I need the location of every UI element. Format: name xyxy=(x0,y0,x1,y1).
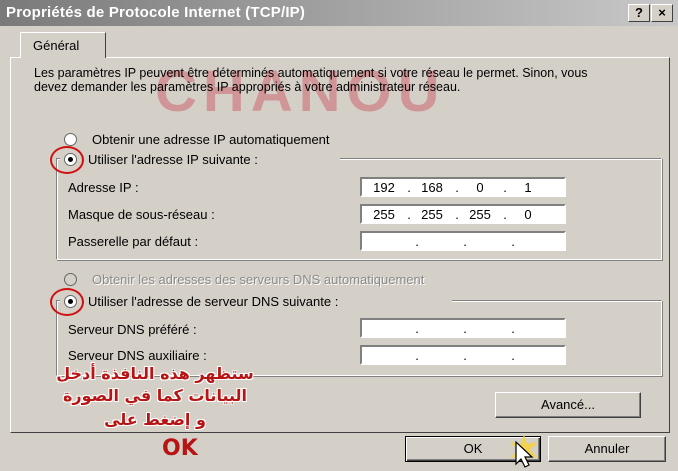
annotation-line-1: ستظهر هذه النافذة أدخل xyxy=(56,364,254,383)
octet: 192 xyxy=(373,180,395,195)
annotation-line-3: و إضغط على xyxy=(104,410,206,429)
tab-general[interactable]: Général xyxy=(20,32,106,58)
octet: 0 xyxy=(476,180,484,195)
octet-dot: . xyxy=(511,234,515,249)
alternate-dns-field[interactable]: . . . xyxy=(360,345,566,365)
ok-button-label: OK xyxy=(463,441,483,456)
octet-dot: . xyxy=(511,321,515,336)
octet-dot: . xyxy=(463,348,467,363)
cursor-click-icon xyxy=(510,434,538,468)
octet-dot: . xyxy=(407,207,411,222)
intro-text: Les paramètres IP peuvent être déterminé… xyxy=(34,66,588,94)
tab-general-label: Général xyxy=(33,38,80,53)
subnet-mask-label: Masque de sous-réseau : xyxy=(68,207,215,222)
octet-dot: . xyxy=(463,321,467,336)
preferred-dns-field[interactable]: . . . xyxy=(360,318,566,338)
octet-dot: . xyxy=(503,180,507,195)
ip-manual-label: Utiliser l'adresse IP suivante : xyxy=(88,152,258,167)
octet-dot: . xyxy=(415,321,419,336)
octet: 1 xyxy=(524,180,532,195)
title-bar: Propriétés de Protocole Internet (TCP/IP… xyxy=(0,0,678,26)
octet-dot: . xyxy=(455,207,459,222)
cancel-button[interactable]: Annuler xyxy=(548,436,666,462)
highlight-circle xyxy=(50,146,84,174)
close-button[interactable]: × xyxy=(651,4,673,22)
octet-dot: . xyxy=(407,180,411,195)
highlight-circle xyxy=(50,288,84,316)
dns-auto-label: Obtenir les adresses des serveurs DNS au… xyxy=(92,272,425,287)
ip-auto-radio[interactable] xyxy=(64,133,77,146)
annotation-line-2: البيانات كما في الصورة xyxy=(62,386,247,405)
help-button[interactable]: ? xyxy=(628,4,650,22)
octet-dot: . xyxy=(415,234,419,249)
alternate-dns-label: Serveur DNS auxiliaire : xyxy=(68,348,207,363)
ip-auto-label: Obtenir une adresse IP automatiquement xyxy=(92,132,330,147)
octet-dot: . xyxy=(511,348,515,363)
dns-auto-radio[interactable] xyxy=(64,273,77,286)
subnet-mask-field[interactable]: 255 . 255 . 255 . 0 xyxy=(360,204,566,224)
annotation-ok: OK xyxy=(162,436,198,461)
gateway-label: Passerelle par défaut : xyxy=(68,234,199,249)
window-title: Propriétés de Protocole Internet (TCP/IP… xyxy=(6,4,306,21)
dns-manual-label: Utiliser l'adresse de serveur DNS suivan… xyxy=(88,294,339,309)
octet-dot: . xyxy=(503,207,507,222)
octet: 0 xyxy=(524,207,532,222)
ip-address-label: Adresse IP : xyxy=(68,180,139,195)
octet: 168 xyxy=(421,180,443,195)
octet-dot: . xyxy=(415,348,419,363)
gateway-field[interactable]: . . . xyxy=(360,231,566,251)
octet: 255 xyxy=(373,207,395,222)
ip-address-field[interactable]: 192 . 168 . 0 . 1 xyxy=(360,177,566,197)
octet-dot: . xyxy=(463,234,467,249)
advanced-button[interactable]: Avancé... xyxy=(495,392,641,418)
preferred-dns-label: Serveur DNS préféré : xyxy=(68,322,197,337)
octet-dot: . xyxy=(455,180,459,195)
octet: 255 xyxy=(421,207,443,222)
octet: 255 xyxy=(469,207,491,222)
